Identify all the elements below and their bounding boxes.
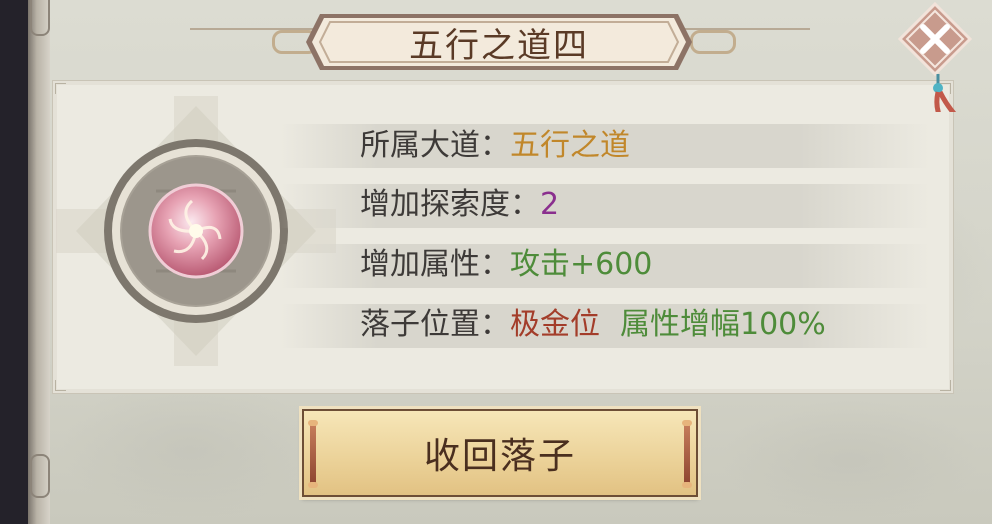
row-exploration: 增加探索度：2 xyxy=(360,183,559,227)
cloud-decoration xyxy=(60,380,320,520)
position-bonus: 属性增幅100% xyxy=(620,307,826,342)
row-position: 落子位置：极金位 属性增幅100% xyxy=(360,303,826,347)
recall-piece-label: 收回落子 xyxy=(423,436,576,477)
cloud-decoration xyxy=(720,400,980,520)
button-rod-left xyxy=(308,420,318,488)
recall-piece-button[interactable]: 收回落子 xyxy=(302,409,698,497)
scroll-ornament-top xyxy=(30,0,50,36)
attribute-value: 攻击+600 xyxy=(510,247,653,282)
position-value: 极金位 xyxy=(510,307,600,342)
panel-left-border xyxy=(28,0,50,524)
card-corner xyxy=(55,380,66,391)
close-button[interactable] xyxy=(897,1,973,126)
row-attribute: 增加属性：攻击+600 xyxy=(360,243,652,287)
dao-value: 五行之道 xyxy=(510,128,630,163)
button-rod-right xyxy=(682,420,692,488)
position-label: 落子位置： xyxy=(360,307,510,342)
title-plaque: 五行之道四 xyxy=(306,10,692,74)
scroll-ornament-bottom xyxy=(30,454,50,498)
attribute-label: 增加属性： xyxy=(360,247,510,282)
card-corner xyxy=(940,380,951,391)
exploration-label: 增加探索度： xyxy=(360,187,540,222)
dialog-title: 五行之道四 xyxy=(409,25,589,66)
row-dao: 所属大道：五行之道 xyxy=(360,124,630,168)
title-curl-right xyxy=(690,30,736,54)
exploration-value: 2 xyxy=(540,187,560,222)
card-corner xyxy=(55,83,66,94)
dao-label: 所属大道： xyxy=(360,128,510,163)
